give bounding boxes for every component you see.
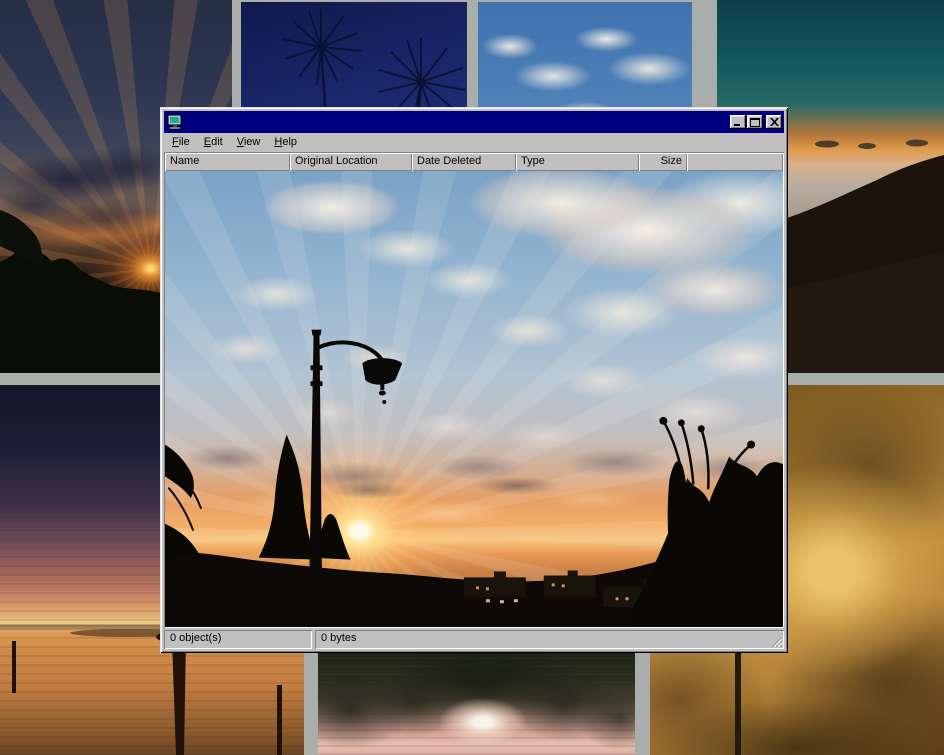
list-view: Name Original Location Date Deleted Type… — [164, 152, 784, 628]
titlebar[interactable] — [164, 111, 784, 133]
maximize-button[interactable] — [747, 115, 763, 129]
column-header-original-location[interactable]: Original Location — [290, 153, 412, 171]
status-size: 0 bytes — [315, 630, 784, 649]
column-header-filler — [687, 153, 783, 171]
column-header-size[interactable]: Size — [639, 153, 687, 171]
menu-bar: File Edit View Help — [164, 133, 784, 152]
close-button[interactable] — [766, 115, 782, 129]
maximize-icon — [750, 118, 760, 127]
resize-grip-icon[interactable] — [770, 635, 782, 647]
minimize-icon — [733, 118, 743, 127]
menu-view[interactable]: View — [230, 134, 268, 151]
column-header-name[interactable]: Name — [165, 153, 290, 171]
recycle-bin-window: File Edit View Help Name Original Locati… — [160, 107, 788, 653]
status-size-text: 0 bytes — [321, 632, 356, 644]
status-object-count: 0 object(s) — [164, 630, 312, 649]
column-header-date-deleted[interactable]: Date Deleted — [412, 153, 516, 171]
status-bar: 0 object(s) 0 bytes — [164, 630, 784, 649]
photo-silhouettes — [165, 171, 783, 627]
folder-view-photo[interactable] — [165, 171, 783, 627]
menu-edit[interactable]: Edit — [197, 134, 230, 151]
column-header-type[interactable]: Type — [516, 153, 639, 171]
minimize-button[interactable] — [730, 115, 746, 129]
my-computer-icon[interactable] — [167, 114, 183, 130]
menu-help[interactable]: Help — [267, 134, 304, 151]
close-icon — [770, 118, 779, 126]
column-header-row: Name Original Location Date Deleted Type… — [165, 153, 783, 171]
menu-file[interactable]: File — [165, 134, 197, 151]
